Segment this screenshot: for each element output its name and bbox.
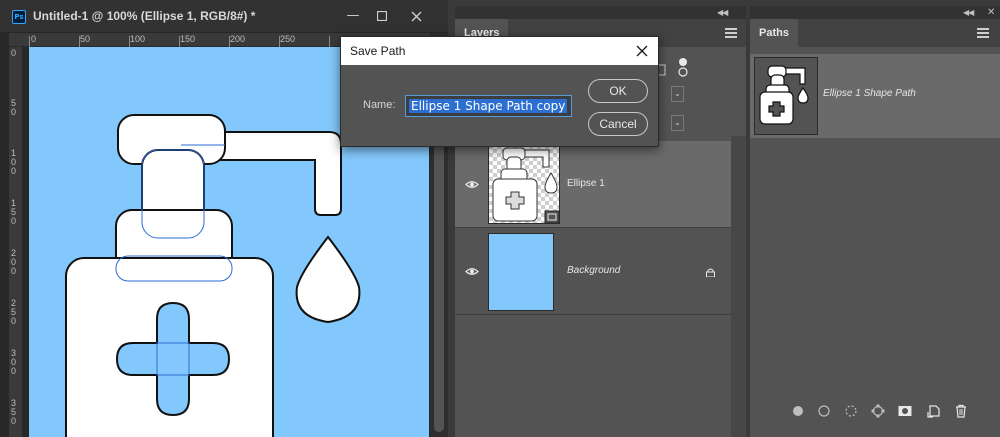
ok-button[interactable]: OK: [588, 79, 648, 103]
opacity-dropdown[interactable]: ⌄: [671, 86, 684, 102]
eye-icon[interactable]: [465, 180, 479, 189]
ruler-label: 1 5 0: [11, 198, 17, 226]
path-thumbnail: [754, 57, 818, 135]
layer-thumbnail: [488, 233, 554, 311]
ruler-tick: [29, 36, 30, 47]
layer-name: Ellipse 1: [567, 178, 605, 189]
load-selection-icon[interactable]: [844, 404, 858, 418]
path-item[interactable]: Ellipse 1 Shape Path: [750, 54, 1000, 138]
ruler-tick: [129, 36, 130, 47]
tab-paths[interactable]: Paths: [750, 19, 798, 47]
ruler-label: 50: [80, 34, 91, 44]
delete-path-icon[interactable]: [954, 404, 968, 418]
make-work-path-icon[interactable]: [871, 404, 885, 418]
path-name: Ellipse 1 Shape Path: [823, 88, 916, 99]
paths-tabbar: Paths: [750, 19, 1000, 47]
fill-path-icon[interactable]: [791, 404, 805, 418]
cancel-button[interactable]: Cancel: [588, 112, 648, 136]
collapse-panel-icon[interactable]: ◀◀: [963, 6, 974, 19]
panel-menu-icon[interactable]: [977, 28, 989, 38]
add-mask-icon[interactable]: [898, 404, 912, 418]
ruler-tick: [179, 36, 180, 47]
paths-panel: ◀◀ ✕ Paths Ellipse 1 Shape Path: [750, 6, 1000, 437]
panel-topbar: ◀◀ ✕: [750, 6, 1000, 19]
ruler-label: 5 0: [11, 98, 17, 117]
ps-icon: Ps: [12, 10, 26, 24]
layer-row-background[interactable]: Background: [455, 228, 731, 315]
stroke-path-icon[interactable]: [817, 404, 831, 418]
path-name-input[interactable]: Ellipse 1 Shape Path copy: [405, 95, 572, 117]
ruler-vertical[interactable]: 0 5 0 1 0 0 1 5 0 2 0 0 2 5 0 3 0 0 3 5 …: [9, 47, 23, 437]
document-title: Untitled-1 @ 100% (Ellipse 1, RGB/8#) *: [33, 9, 256, 23]
maximize-icon[interactable]: [371, 7, 393, 25]
ruler-label: 0: [11, 48, 17, 58]
ruler-label: 3 5 0: [11, 398, 17, 426]
ruler-label: 1 0 0: [11, 148, 17, 176]
document-titlebar[interactable]: Ps Untitled-1 @ 100% (Ellipse 1, RGB/8#)…: [0, 0, 448, 33]
ruler-label: 100: [130, 34, 146, 44]
ruler-tick: [329, 36, 330, 47]
name-label: Name:: [363, 99, 396, 111]
fill-dropdown[interactable]: ⌄: [671, 115, 684, 131]
layer-thumbnail: [488, 144, 560, 224]
minimize-icon[interactable]: —: [342, 7, 364, 25]
new-path-icon[interactable]: [927, 404, 941, 418]
ruler-tick: [279, 36, 280, 47]
save-path-dialog: Save Path Name: Ellipse 1 Shape Path cop…: [340, 36, 659, 147]
ruler-label: 250: [280, 34, 296, 44]
lock-icon: [706, 268, 715, 277]
lock-position-icon[interactable]: [677, 57, 689, 77]
left-gutter: [0, 33, 9, 437]
layers-scrollbar[interactable]: [731, 136, 746, 437]
close-icon[interactable]: ✕: [987, 6, 995, 19]
ruler-label: 0: [31, 34, 37, 44]
panel-topbar: ◀◀: [455, 6, 746, 19]
ruler-label: 2 5 0: [11, 298, 17, 326]
ruler-tick: [229, 36, 230, 47]
collapse-panel-icon[interactable]: ◀◀: [717, 6, 728, 19]
eye-icon[interactable]: [465, 267, 479, 276]
ruler-label: 200: [230, 34, 246, 44]
ruler-label: 150: [180, 34, 196, 44]
close-icon[interactable]: [632, 41, 652, 61]
photoshop-workspace: Ps Untitled-1 @ 100% (Ellipse 1, RGB/8#)…: [0, 0, 1000, 437]
paths-footer-toolbar: [750, 396, 1000, 427]
ruler-label: 2 0 0: [11, 248, 17, 276]
panel-menu-icon[interactable]: [725, 28, 737, 38]
ruler-tick: [79, 36, 80, 47]
dialog-title: Save Path: [350, 44, 406, 58]
ruler-label: 3 0 0: [11, 348, 17, 376]
dialog-titlebar[interactable]: Save Path: [341, 37, 658, 65]
layer-name: Background: [567, 265, 621, 276]
layer-row-ellipse[interactable]: Ellipse 1: [455, 141, 731, 228]
close-icon[interactable]: [405, 7, 427, 25]
name-input-value: Ellipse 1 Shape Path copy: [409, 99, 568, 113]
